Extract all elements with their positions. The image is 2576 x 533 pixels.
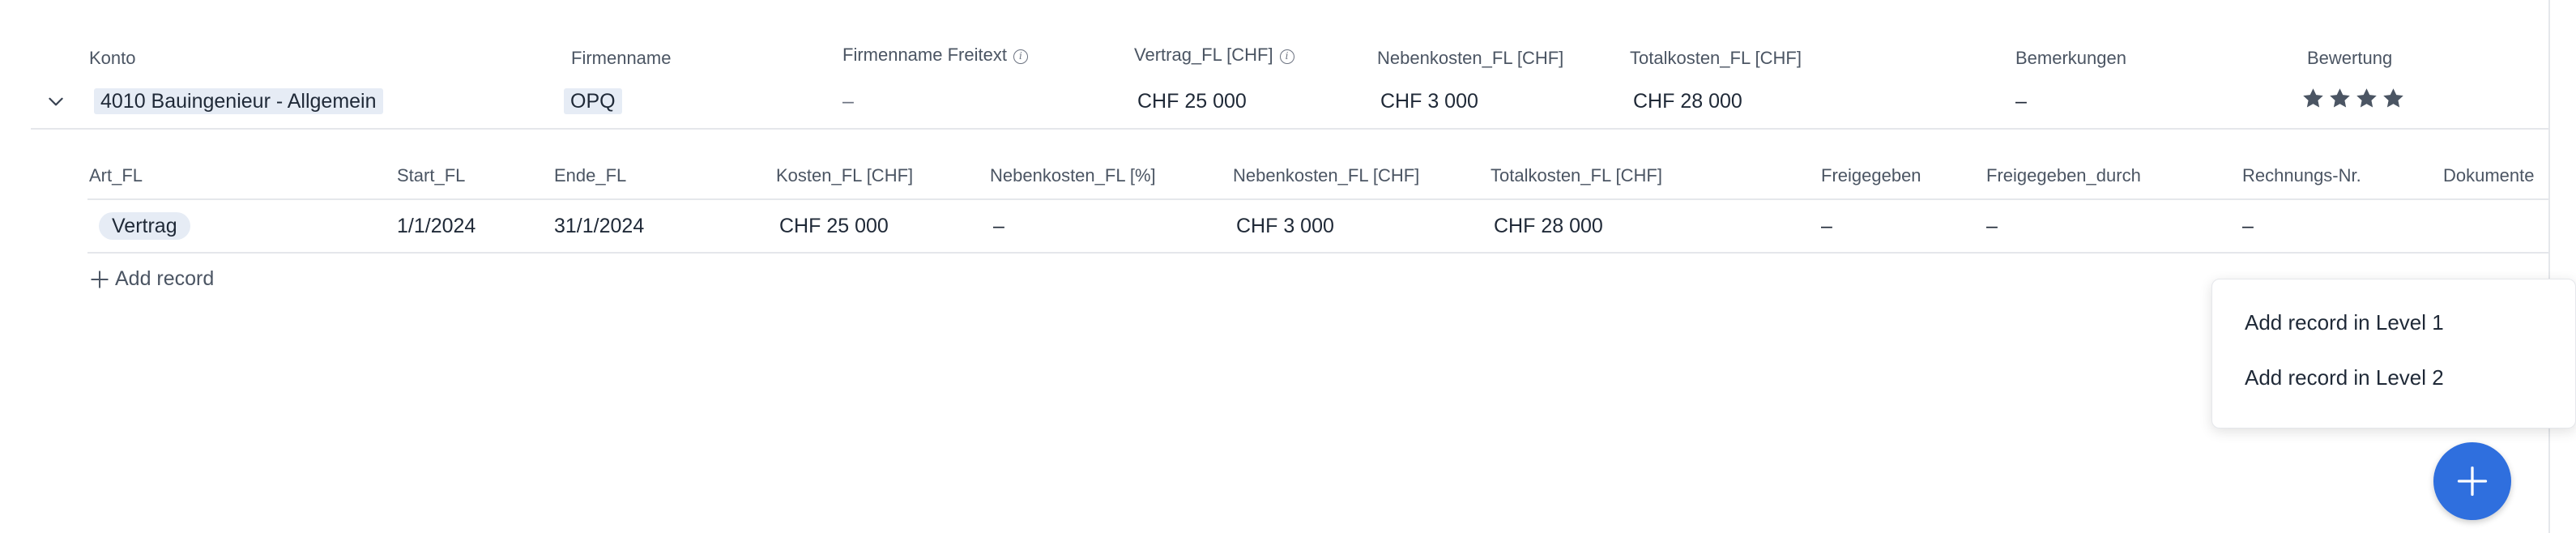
cell-firmenname-freitext[interactable]: – <box>842 87 854 115</box>
chevron-down-icon[interactable] <box>45 91 66 112</box>
header-vertrag-label: Vertrag_FL [CHF] <box>1134 45 1273 65</box>
cell-art[interactable]: Vertrag <box>99 212 190 240</box>
cell-totalkosten[interactable]: CHF 28 000 <box>1633 87 1742 115</box>
star-icon[interactable] <box>2381 86 2406 111</box>
menu-item-add-level-1[interactable]: Add record in Level 1 <box>2245 310 2444 335</box>
cell-ende[interactable]: 31/1/2024 <box>554 212 644 240</box>
header-totalkosten: Totalkosten_FL [CHF] <box>1630 48 1802 68</box>
star-icon[interactable] <box>2327 86 2352 111</box>
cell-nebenkosten-pct[interactable]: – <box>993 212 1004 240</box>
header-nebenkosten-pct: Nebenkosten_FL [%] <box>990 165 1156 185</box>
header-nebenkosten: Nebenkosten_FL [CHF] <box>1377 48 1564 68</box>
info-icon[interactable]: i <box>1279 49 1294 64</box>
add-record-menu: Add record in Level 1 Add record in Leve… <box>2211 279 2576 429</box>
cell-kosten[interactable]: CHF 25 000 <box>779 212 889 240</box>
column-divider <box>2548 0 2550 533</box>
plus-icon <box>91 270 109 288</box>
header-dokumente: Dokumente <box>2443 165 2535 185</box>
rating-stars[interactable] <box>2301 86 2406 111</box>
cell-vertrag[interactable]: CHF 25 000 <box>1137 87 1247 115</box>
header-bewertung: Bewertung <box>2307 48 2393 68</box>
header-art: Art_FL <box>89 165 143 185</box>
header-vertrag: Vertrag_FL [CHF] i <box>1134 44 1294 66</box>
header-totalkosten-l2: Totalkosten_FL [CHF] <box>1491 165 1662 185</box>
row-divider <box>31 128 2550 130</box>
add-record-label: Add record <box>115 267 215 290</box>
art-chip: Vertrag <box>99 212 190 240</box>
menu-item-add-level-2[interactable]: Add record in Level 2 <box>2245 365 2444 390</box>
cell-bemerkungen[interactable]: – <box>2015 87 2027 115</box>
header-freigegeben: Freigegeben <box>1821 165 1921 185</box>
add-fab-button[interactable] <box>2433 442 2511 520</box>
header-firmenname: Firmenname <box>571 48 672 68</box>
header-kosten: Kosten_FL [CHF] <box>776 165 914 185</box>
star-icon[interactable] <box>2354 86 2379 111</box>
cell-totalkosten-l2[interactable]: CHF 28 000 <box>1494 212 1603 240</box>
cell-freigegeben[interactable]: – <box>1821 212 1832 240</box>
cell-konto[interactable]: 4010 Bauingenieur - Allgemein <box>94 87 383 115</box>
header-ende: Ende_FL <box>554 165 627 185</box>
row-divider <box>87 198 2550 200</box>
star-icon[interactable] <box>2301 86 2326 111</box>
header-freigegeben-durch: Freigegeben_durch <box>1986 165 2141 185</box>
cell-start[interactable]: 1/1/2024 <box>397 212 476 240</box>
cell-nebenkosten-chf[interactable]: CHF 3 000 <box>1236 212 1334 240</box>
header-firmenname-freitext: Firmenname Freitext i <box>842 44 1028 66</box>
cell-nebenkosten[interactable]: CHF 3 000 <box>1380 87 1478 115</box>
konto-chip: 4010 Bauingenieur - Allgemein <box>94 88 383 114</box>
cell-firmenname[interactable]: OPQ <box>564 87 622 115</box>
header-konto: Konto <box>89 48 136 68</box>
header-firmenname-freitext-label: Firmenname Freitext <box>842 45 1007 65</box>
header-rechnungs-nr: Rechnungs-Nr. <box>2242 165 2361 185</box>
firmenname-chip: OPQ <box>564 88 622 114</box>
row-divider <box>87 252 2550 254</box>
add-record-button[interactable]: Add record <box>89 267 214 291</box>
header-start: Start_FL <box>397 165 466 185</box>
cell-freigegeben-durch[interactable]: – <box>1986 212 1998 240</box>
header-nebenkosten-chf: Nebenkosten_FL [CHF] <box>1233 165 1420 185</box>
info-icon[interactable]: i <box>1013 49 1028 64</box>
cell-rechnungs-nr[interactable]: – <box>2242 212 2254 240</box>
plus-icon <box>2457 466 2488 497</box>
header-bemerkungen: Bemerkungen <box>2015 48 2126 68</box>
